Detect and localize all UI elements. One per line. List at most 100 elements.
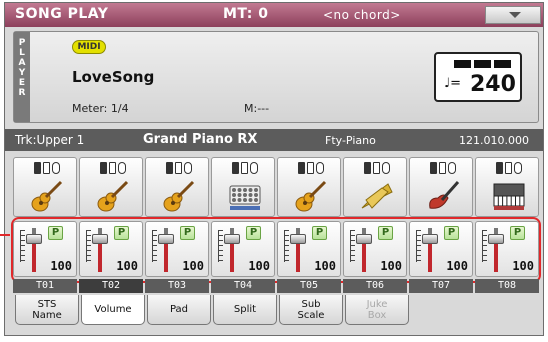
track-label[interactable]: T08 — [475, 279, 539, 293]
tab-pad[interactable]: Pad — [147, 295, 211, 325]
track-label[interactable]: T05 — [277, 279, 341, 293]
channel-strip[interactable]: P 100 — [211, 221, 275, 277]
instrument-slot[interactable] — [409, 157, 473, 217]
play-status-button[interactable]: P — [312, 226, 327, 240]
volume-value: 100 — [248, 259, 270, 273]
track-label[interactable]: T06 — [343, 279, 407, 293]
instrument-slot[interactable] — [475, 157, 539, 217]
bottom-tabs: STS Name Volume Pad Split Sub Scale Juke Box — [5, 295, 543, 335]
fader-knob[interactable] — [356, 234, 372, 244]
volume-value: 100 — [446, 259, 468, 273]
beat-indicator — [454, 60, 512, 68]
track-label[interactable]: T07 — [409, 279, 473, 293]
play-status-button[interactable]: P — [444, 226, 459, 240]
acoustic-guitar-icon — [28, 178, 66, 214]
instrument-slot[interactable] — [343, 157, 407, 217]
fader-knob[interactable] — [488, 234, 504, 244]
instrument-icons-row — [13, 157, 539, 217]
volume-value: 100 — [380, 259, 402, 273]
track-info-bar[interactable]: Trk:Upper 1 Grand Piano RX Fty-Piano 121… — [5, 129, 543, 151]
tab-sub-scale[interactable]: Sub Scale — [279, 295, 343, 325]
fader-level — [230, 242, 234, 272]
fader-level — [164, 242, 168, 272]
track-status-icon — [364, 162, 390, 174]
tab-juke-box: Juke Box — [345, 295, 409, 325]
track-status-icon — [100, 162, 126, 174]
song-name[interactable]: LoveSong — [72, 68, 154, 86]
acoustic-guitar-icon — [94, 178, 132, 214]
channel-strip[interactable]: P 100 — [79, 221, 143, 277]
track-status-icon — [298, 162, 324, 174]
tempo-note-icon: ♩= — [444, 76, 462, 91]
page-menu-button[interactable] — [485, 6, 541, 24]
volume-value: 100 — [314, 259, 336, 273]
bass-guitar-icon — [424, 178, 462, 214]
drum-kit-icon — [226, 178, 264, 214]
callout-line — [0, 234, 10, 236]
fader-level — [32, 242, 36, 272]
track-label[interactable]: T02 — [79, 279, 143, 293]
tab-volume[interactable]: Volume — [81, 295, 145, 325]
instrument-slot[interactable] — [13, 157, 77, 217]
track-name: Trk:Upper 1 — [15, 133, 85, 147]
fader-knob[interactable] — [224, 234, 240, 244]
measure-readout: M:--- — [244, 102, 270, 115]
track-status-icon — [232, 162, 258, 174]
player-panel: PLAYER MIDI LoveSong Meter: 1/4 M:--- ♩=… — [13, 31, 539, 123]
channel-strip[interactable]: P 100 — [145, 221, 209, 277]
brass-icon — [358, 178, 396, 214]
play-status-button[interactable]: P — [180, 226, 195, 240]
channel-strip[interactable]: P 100 — [277, 221, 341, 277]
instrument-slot[interactable] — [211, 157, 275, 217]
fader-level — [494, 242, 498, 272]
fader-level — [428, 242, 432, 272]
mt-indicator: MT: 0 — [223, 6, 269, 22]
title-bar: SONG PLAY MT: 0 <no chord> — [5, 3, 543, 27]
play-status-button[interactable]: P — [114, 226, 129, 240]
play-status-button[interactable]: P — [378, 226, 393, 240]
fader-knob[interactable] — [26, 234, 42, 244]
fader-knob[interactable] — [290, 234, 306, 244]
acoustic-guitar-icon — [292, 178, 330, 214]
tab-sts-name[interactable]: STS Name — [15, 295, 79, 325]
midi-badge: MIDI — [72, 40, 106, 54]
keyboard-icon — [490, 178, 528, 214]
instrument-slot[interactable] — [79, 157, 143, 217]
fader-level — [296, 242, 300, 272]
fader-knob[interactable] — [92, 234, 108, 244]
tab-split[interactable]: Split — [213, 295, 277, 325]
acoustic-guitar-icon — [160, 178, 198, 214]
track-status-icon — [166, 162, 192, 174]
fader-knob[interactable] — [422, 234, 438, 244]
play-status-button[interactable]: P — [510, 226, 525, 240]
fader-level — [362, 242, 366, 272]
channel-strip[interactable]: P 100 — [343, 221, 407, 277]
volume-value: 100 — [116, 259, 138, 273]
track-label[interactable]: T01 — [13, 279, 77, 293]
meter-readout: Meter: 1/4 — [72, 102, 129, 115]
track-status-icon — [34, 162, 60, 174]
sound-bank: Fty-Piano — [325, 134, 376, 147]
song-play-screen: SONG PLAY MT: 0 <no chord> PLAYER MIDI L… — [4, 2, 544, 336]
volume-value: 100 — [50, 259, 72, 273]
play-status-button[interactable]: P — [48, 226, 63, 240]
instrument-slot[interactable] — [145, 157, 209, 217]
track-label[interactable]: T03 — [145, 279, 209, 293]
track-status-icon — [430, 162, 456, 174]
track-label[interactable]: T04 — [211, 279, 275, 293]
channel-strip[interactable]: P 100 — [409, 221, 473, 277]
volume-value: 100 — [512, 259, 534, 273]
fader-level — [98, 242, 102, 272]
channel-strip[interactable]: P 100 — [475, 221, 539, 277]
fader-knob[interactable] — [158, 234, 174, 244]
volume-value: 100 — [182, 259, 204, 273]
program-change: 121.010.000 — [459, 134, 529, 147]
instrument-slot[interactable] — [277, 157, 341, 217]
tempo-value: 240 — [470, 72, 516, 97]
mode-title: SONG PLAY — [15, 6, 109, 22]
play-status-button[interactable]: P — [246, 226, 261, 240]
player-tab[interactable]: PLAYER — [14, 32, 30, 122]
channel-strip[interactable]: P 100 — [13, 221, 77, 277]
track-status-icon — [496, 162, 522, 174]
tempo-display[interactable]: ♩= 240 — [434, 52, 522, 102]
